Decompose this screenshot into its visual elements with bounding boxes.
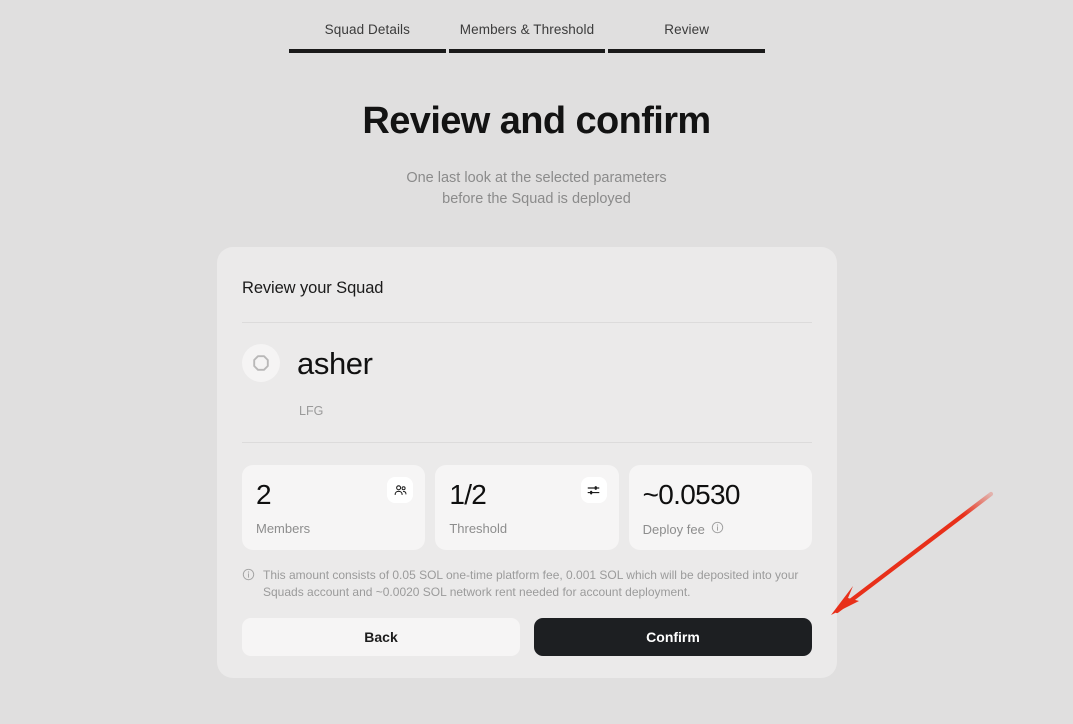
stat-label-text: Threshold xyxy=(449,521,507,536)
card-heading: Review your Squad xyxy=(242,279,812,298)
info-circle-icon xyxy=(242,568,255,601)
confirm-button[interactable]: Confirm xyxy=(534,618,812,656)
step-tab-squad-details[interactable]: Squad Details xyxy=(289,22,446,53)
info-circle-icon[interactable] xyxy=(711,521,724,537)
card-actions: Back Confirm xyxy=(242,618,812,656)
squad-identity: asher LFG xyxy=(242,323,812,418)
review-card: Review your Squad asher LFG 2 Members xyxy=(217,247,837,678)
card-divider-bottom xyxy=(242,442,812,443)
stat-label-text: Deploy fee xyxy=(643,522,705,537)
step-label: Squad Details xyxy=(325,22,410,37)
back-button[interactable]: Back xyxy=(242,618,520,656)
users-icon xyxy=(387,477,413,503)
page-title: Review and confirm xyxy=(0,100,1073,143)
stat-card-deploy-fee: ~0.0530 Deploy fee xyxy=(629,465,812,550)
page-subtitle-line-2: before the Squad is deployed xyxy=(0,189,1073,210)
stat-value: ~0.0530 xyxy=(643,479,798,511)
octagon-outline-icon xyxy=(242,344,280,382)
page-subtitle-line-1: One last look at the selected parameters xyxy=(0,168,1073,189)
wizard-stepper: Squad Details Members & Threshold Review xyxy=(289,22,765,53)
stat-card-threshold: 1/2 Threshold xyxy=(435,465,618,550)
sliders-icon xyxy=(581,477,607,503)
pointer-arrow-to-confirm xyxy=(815,485,1005,625)
page-subtitle: One last look at the selected parameters… xyxy=(0,168,1073,210)
step-tab-review[interactable]: Review xyxy=(608,22,765,53)
stat-card-members: 2 Members xyxy=(242,465,425,550)
step-tab-members-threshold[interactable]: Members & Threshold xyxy=(449,22,606,53)
stat-label: Threshold xyxy=(449,521,604,536)
step-label: Review xyxy=(664,22,709,37)
disclaimer-text: This amount consists of 0.05 SOL one-tim… xyxy=(263,567,804,601)
squad-name: asher xyxy=(297,348,373,379)
deploy-fee-disclaimer: This amount consists of 0.05 SOL one-tim… xyxy=(242,567,812,601)
stat-label: Deploy fee xyxy=(643,521,798,537)
stats-row: 2 Members 1/2 Threshold xyxy=(242,465,812,550)
squad-description: LFG xyxy=(299,404,812,418)
squad-identity-row: asher xyxy=(242,344,812,382)
step-label: Members & Threshold xyxy=(460,22,594,37)
stat-label-text: Members xyxy=(256,521,310,536)
stat-label: Members xyxy=(256,521,411,536)
